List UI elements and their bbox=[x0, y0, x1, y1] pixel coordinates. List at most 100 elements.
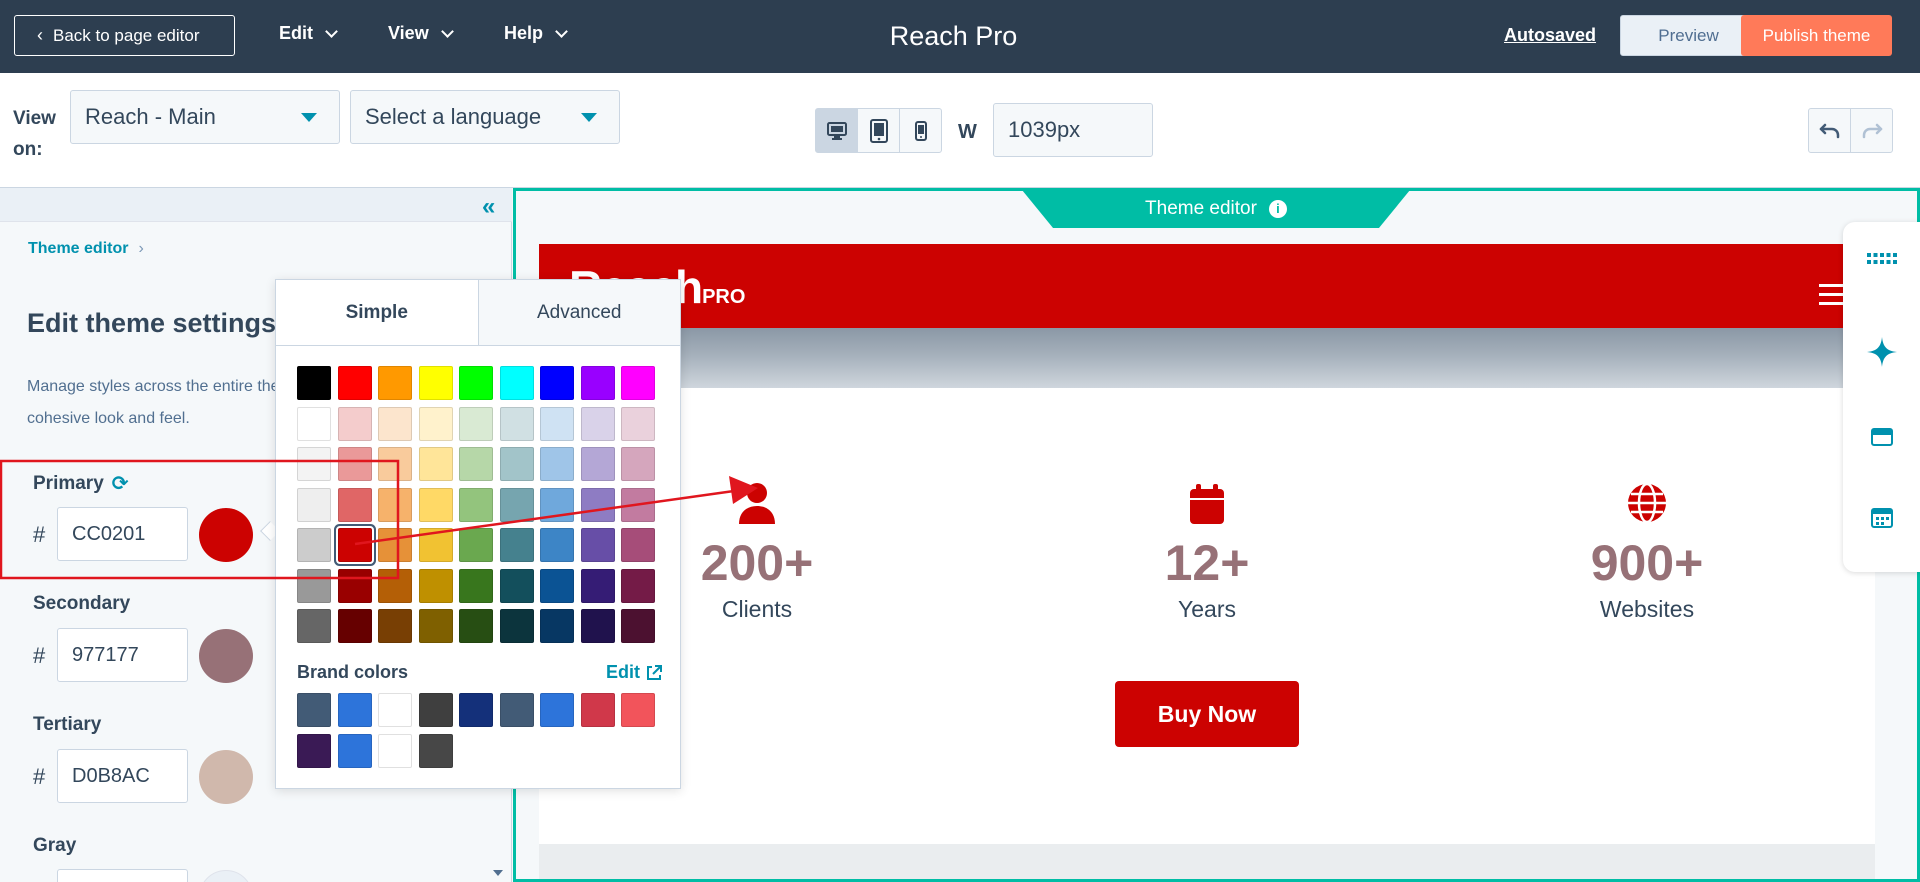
color-swatch[interactable] bbox=[499, 487, 534, 522]
mobile-view-button[interactable] bbox=[900, 109, 941, 152]
brand-color-swatch[interactable] bbox=[378, 693, 412, 727]
scroll-down-icon[interactable] bbox=[493, 870, 503, 876]
schedule-button[interactable] bbox=[1867, 502, 1897, 532]
color-swatch[interactable] bbox=[499, 447, 534, 481]
color-swatch[interactable] bbox=[418, 487, 453, 522]
color-swatch[interactable] bbox=[337, 487, 372, 522]
color-swatch[interactable] bbox=[540, 487, 574, 522]
brand-color-swatch[interactable] bbox=[621, 693, 655, 727]
color-swatch[interactable] bbox=[378, 528, 412, 562]
color-swatch[interactable] bbox=[418, 528, 453, 562]
color-swatch[interactable] bbox=[540, 609, 574, 643]
color-swatch[interactable] bbox=[580, 528, 615, 562]
color-swatch[interactable] bbox=[378, 609, 412, 643]
color-swatch[interactable] bbox=[540, 366, 574, 400]
undo-button[interactable] bbox=[1809, 109, 1851, 152]
breadcrumb[interactable]: Theme editor › bbox=[28, 240, 144, 258]
color-swatch[interactable] bbox=[297, 406, 331, 441]
color-swatch[interactable] bbox=[621, 609, 655, 643]
autosaved-status[interactable]: Autosaved bbox=[1504, 25, 1596, 46]
collapse-panel-icon[interactable]: « bbox=[482, 193, 495, 221]
brand-color-swatch[interactable] bbox=[378, 733, 412, 768]
brand-color-swatch[interactable] bbox=[337, 693, 372, 727]
brand-color-swatch[interactable] bbox=[580, 693, 615, 727]
secondary-color-swatch[interactable] bbox=[199, 629, 253, 683]
refresh-icon[interactable]: ⟳ bbox=[112, 471, 129, 496]
color-swatch[interactable] bbox=[621, 568, 655, 603]
brand-color-swatch[interactable] bbox=[459, 693, 493, 727]
color-swatch[interactable] bbox=[621, 447, 655, 481]
buy-now-button[interactable]: Buy Now bbox=[1115, 681, 1299, 747]
color-swatch[interactable] bbox=[580, 568, 615, 603]
edit-brand-colors-link[interactable]: Edit bbox=[606, 662, 663, 683]
secondary-hex-input[interactable]: 977177 bbox=[57, 628, 188, 682]
color-swatch[interactable] bbox=[540, 568, 574, 603]
color-swatch[interactable] bbox=[621, 487, 655, 522]
color-swatch[interactable] bbox=[459, 366, 493, 400]
color-swatch[interactable] bbox=[459, 528, 493, 562]
color-swatch[interactable] bbox=[378, 406, 412, 441]
color-swatch[interactable] bbox=[499, 528, 534, 562]
color-swatch[interactable] bbox=[499, 609, 534, 643]
color-swatch[interactable] bbox=[378, 447, 412, 481]
color-swatch[interactable] bbox=[335, 526, 374, 564]
info-icon[interactable]: i bbox=[1268, 200, 1287, 218]
color-swatch[interactable] bbox=[459, 568, 493, 603]
color-swatch[interactable] bbox=[499, 568, 534, 603]
color-swatch[interactable] bbox=[499, 406, 534, 441]
color-swatch[interactable] bbox=[459, 447, 493, 481]
color-swatch[interactable] bbox=[297, 487, 331, 522]
color-swatch[interactable] bbox=[540, 528, 574, 562]
color-swatch[interactable] bbox=[337, 447, 372, 481]
color-swatch[interactable] bbox=[459, 609, 493, 643]
gray-color-swatch[interactable] bbox=[199, 870, 253, 882]
brand-color-swatch[interactable] bbox=[297, 733, 331, 768]
color-swatch[interactable] bbox=[459, 487, 493, 522]
color-swatch[interactable] bbox=[337, 609, 372, 643]
color-swatch[interactable] bbox=[297, 528, 331, 562]
color-swatch[interactable] bbox=[418, 406, 453, 441]
ai-assistant-button[interactable] bbox=[1867, 337, 1897, 367]
publish-theme-button[interactable]: Publish theme bbox=[1741, 15, 1892, 56]
color-swatch[interactable] bbox=[337, 366, 372, 400]
brand-color-swatch[interactable] bbox=[499, 693, 534, 727]
color-swatch[interactable] bbox=[418, 568, 453, 603]
color-swatch[interactable] bbox=[297, 366, 331, 400]
primary-color-swatch[interactable] bbox=[199, 508, 253, 562]
language-select[interactable]: Select a language bbox=[350, 90, 620, 144]
tab-advanced[interactable]: Advanced bbox=[477, 280, 680, 345]
color-swatch[interactable] bbox=[580, 487, 615, 522]
tab-simple[interactable]: Simple bbox=[276, 280, 478, 345]
color-swatch[interactable] bbox=[580, 406, 615, 441]
color-swatch[interactable] bbox=[499, 366, 534, 400]
redo-button[interactable] bbox=[1851, 109, 1892, 152]
color-swatch[interactable] bbox=[540, 447, 574, 481]
brand-color-swatch[interactable] bbox=[418, 693, 453, 727]
color-swatch[interactable] bbox=[418, 366, 453, 400]
color-swatch[interactable] bbox=[378, 568, 412, 603]
color-swatch[interactable] bbox=[459, 406, 493, 441]
tertiary-hex-input[interactable]: D0B8AC bbox=[57, 749, 188, 803]
primary-hex-input[interactable]: CC0201 bbox=[57, 507, 188, 561]
color-swatch[interactable] bbox=[621, 528, 655, 562]
color-swatch[interactable] bbox=[418, 609, 453, 643]
color-swatch[interactable] bbox=[337, 406, 372, 441]
color-swatch[interactable] bbox=[337, 568, 372, 603]
color-swatch[interactable] bbox=[580, 366, 615, 400]
color-swatch[interactable] bbox=[378, 487, 412, 522]
brand-color-swatch[interactable] bbox=[297, 693, 331, 727]
color-swatch[interactable] bbox=[297, 609, 331, 643]
tablet-view-button[interactable] bbox=[858, 109, 900, 152]
preview-button[interactable]: Preview bbox=[1620, 15, 1757, 56]
color-swatch[interactable] bbox=[418, 447, 453, 481]
desktop-view-button[interactable] bbox=[816, 109, 858, 152]
gray-hex-input[interactable] bbox=[57, 869, 188, 882]
sections-button[interactable] bbox=[1867, 422, 1897, 452]
color-swatch[interactable] bbox=[621, 406, 655, 441]
width-input[interactable]: 1039px bbox=[993, 103, 1153, 157]
color-swatch[interactable] bbox=[297, 568, 331, 603]
brand-color-swatch[interactable] bbox=[540, 693, 574, 727]
color-swatch[interactable] bbox=[621, 366, 655, 400]
brand-color-swatch[interactable] bbox=[418, 733, 453, 768]
brand-color-swatch[interactable] bbox=[337, 733, 372, 768]
